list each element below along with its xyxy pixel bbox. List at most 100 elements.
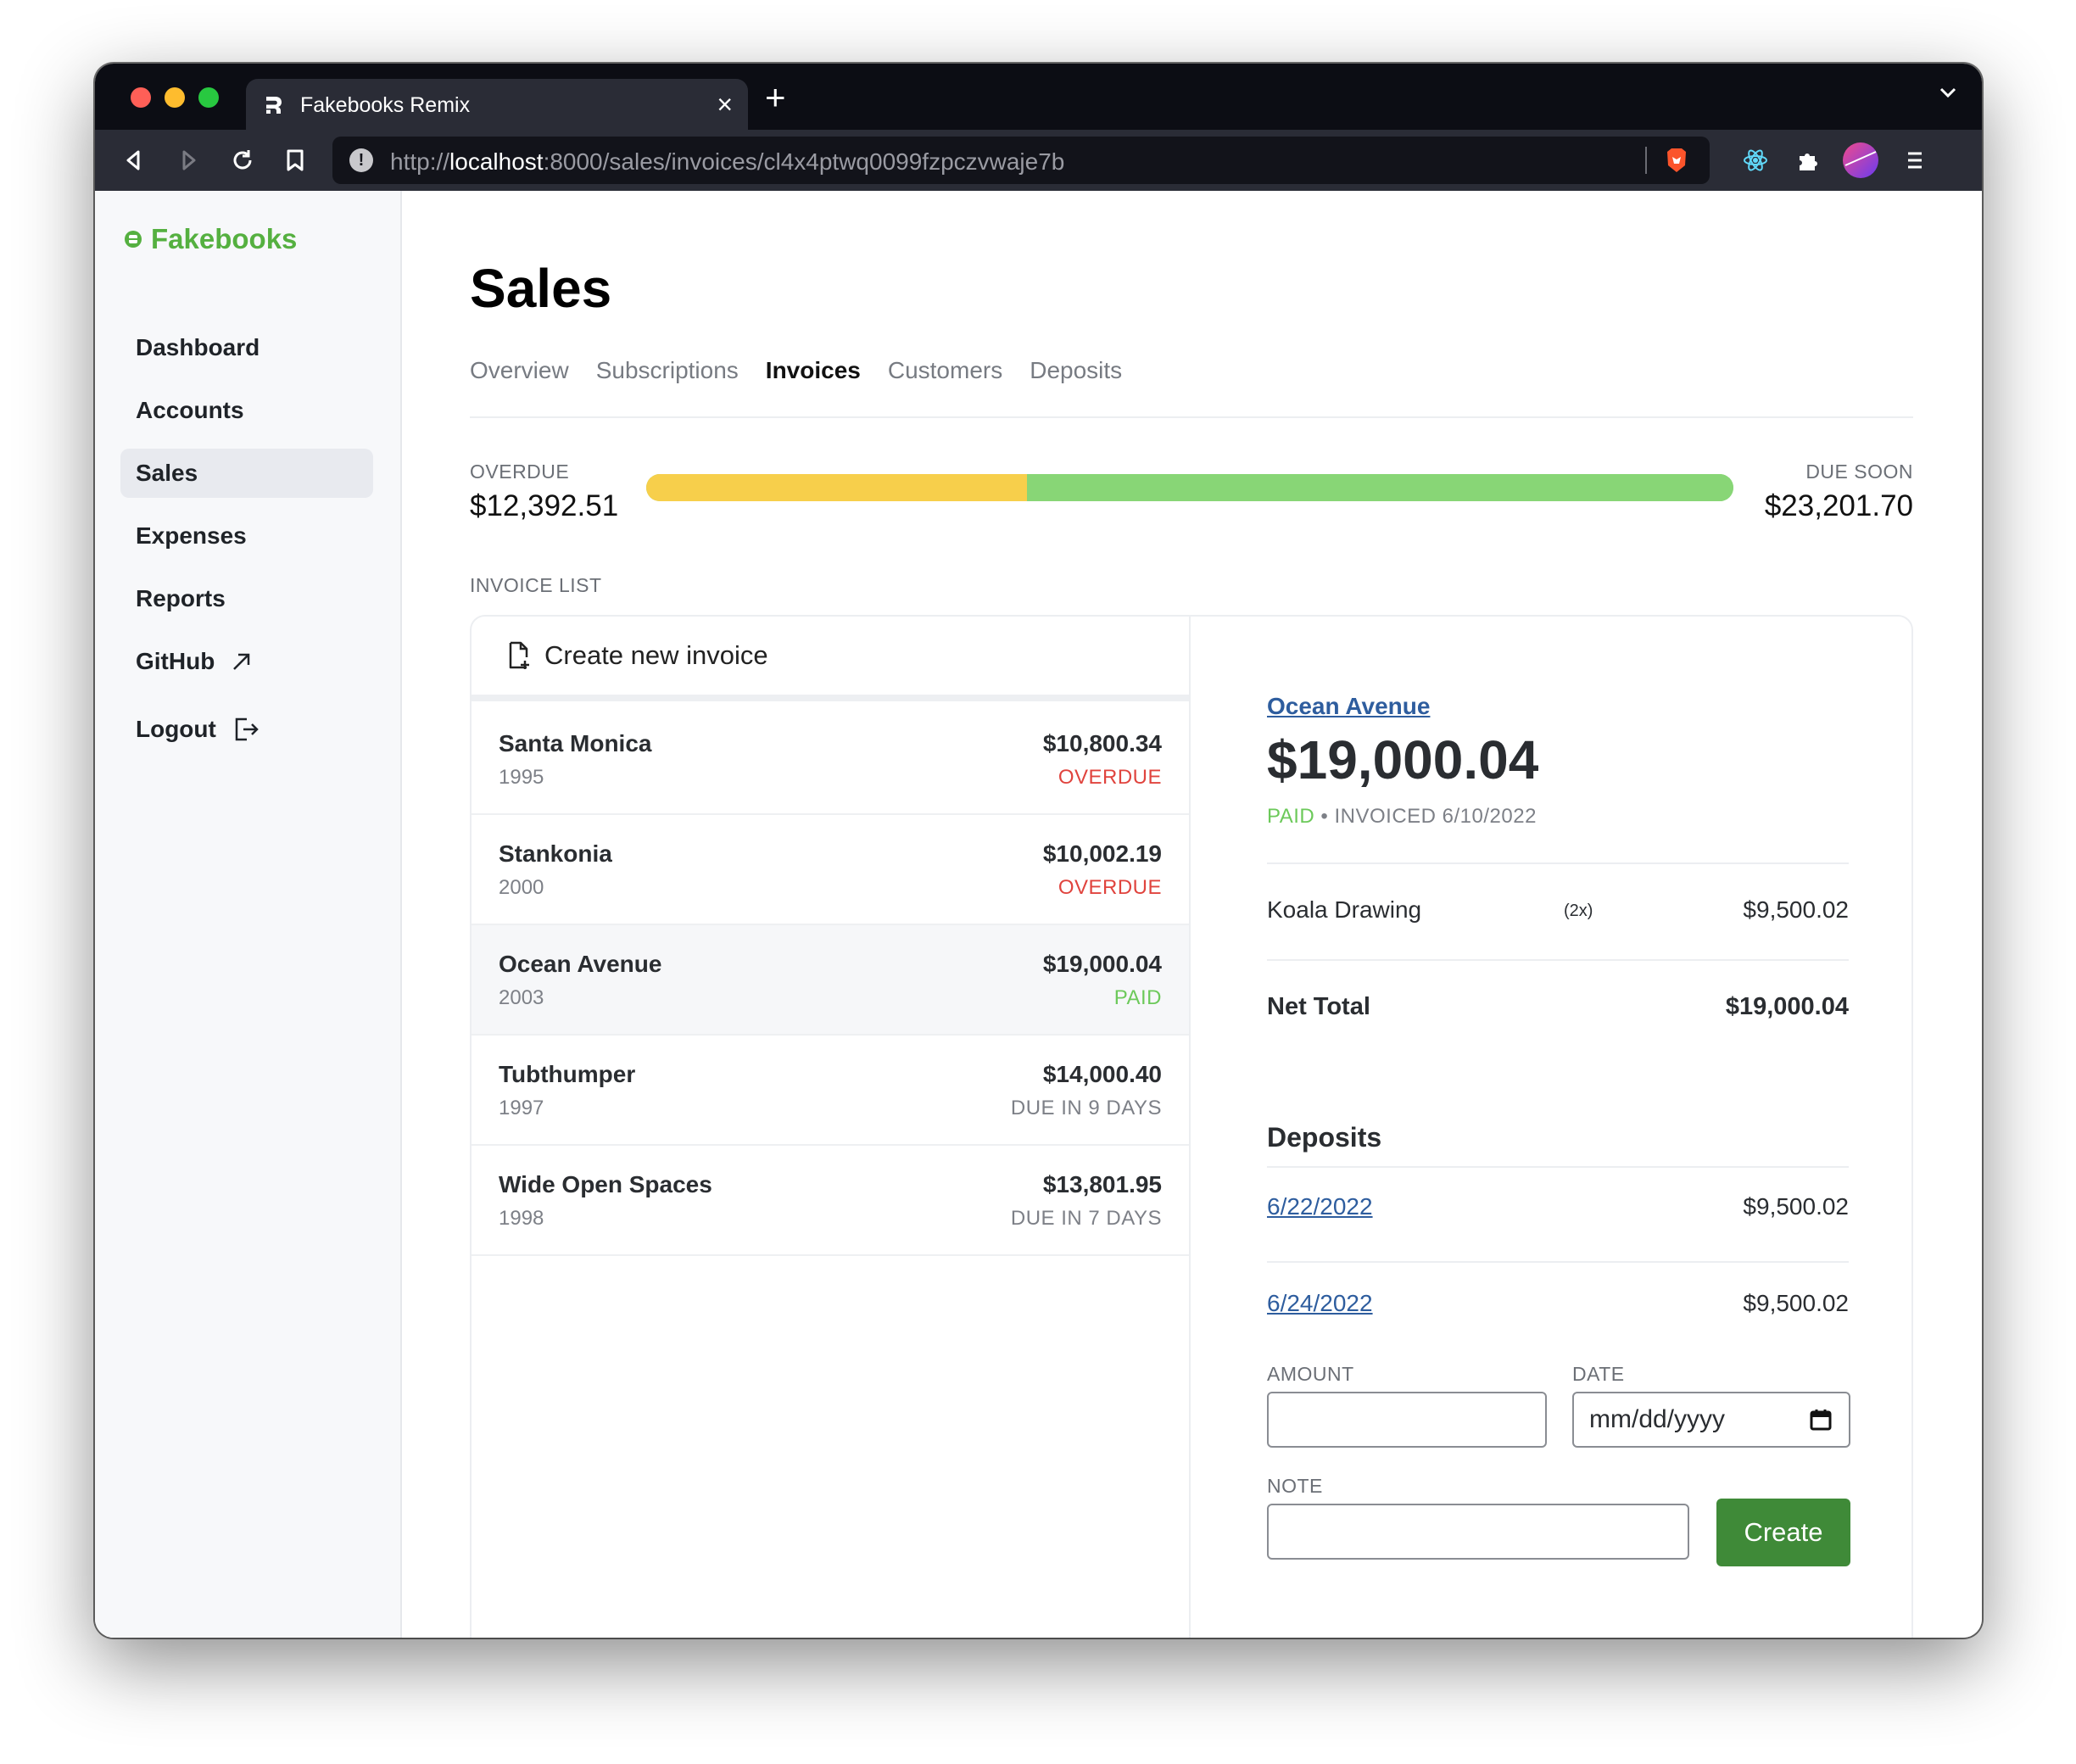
invoice-year: 1995 [499, 766, 544, 789]
invoice-name: Ocean Avenue [499, 951, 662, 977]
invoice-amount: $13,801.95 [1042, 1171, 1162, 1197]
tab-customers[interactable]: Customers [888, 357, 1002, 384]
invoice-amount: $10,002.19 [1042, 840, 1162, 867]
info-icon[interactable]: ! [349, 148, 373, 172]
overdue-progress-bar [646, 474, 1733, 501]
deposit-date-link[interactable]: 6/22/2022 [1267, 1193, 1373, 1220]
deposit-date-link[interactable]: 6/24/2022 [1267, 1290, 1373, 1317]
invoice-list: Create new invoice Santa Monica 1995 $10… [472, 617, 1191, 1638]
note-label: NOTE [1267, 1475, 1323, 1497]
invoice-detail: Ocean Avenue $19,000.04 PAID • INVOICED … [1267, 617, 1850, 1638]
calendar-icon[interactable] [1808, 1407, 1833, 1432]
invoice-status: OVERDUE [1058, 876, 1162, 899]
create-invoice-button[interactable]: Create new invoice [472, 617, 1189, 701]
page-content: Fakebooks Dashboard Accounts Sales Expen… [95, 191, 1982, 1638]
invoice-total: $19,000.04 [1267, 729, 1539, 790]
divider [1267, 862, 1849, 864]
sidebar-item-logout[interactable]: Logout [120, 705, 373, 754]
invoice-status: DUE IN 9 DAYS [1010, 1097, 1162, 1119]
tab-subscriptions[interactable]: Subscriptions [596, 357, 739, 384]
address-bar[interactable]: ! http://localhost:8000/sales/invoices/c… [332, 137, 1710, 184]
customer-link[interactable]: Ocean Avenue [1267, 693, 1430, 720]
invoice-row[interactable]: Wide Open Spaces 1998 $13,801.95 DUE IN … [472, 1146, 1189, 1256]
invoice-amount: $10,800.34 [1042, 730, 1162, 756]
minimize-window-button[interactable] [165, 87, 185, 108]
invoice-amount: $19,000.04 [1042, 951, 1162, 977]
tab-close-icon[interactable]: × [717, 89, 733, 120]
invoice-year: 2000 [499, 876, 544, 899]
url-text[interactable]: http://localhost:8000/sales/invoices/cl4… [390, 148, 1064, 176]
invoice-row[interactable]: Santa Monica 1995 $10,800.34 OVERDUE [472, 705, 1189, 815]
divider [1267, 1166, 1849, 1168]
forward-icon[interactable] [173, 145, 204, 176]
invoice-year: 2003 [499, 986, 544, 1009]
bookmark-icon[interactable] [280, 145, 310, 176]
sidebar-item-accounts[interactable]: Accounts [120, 386, 373, 435]
overdue-label: OVERDUE [470, 461, 570, 483]
new-file-icon [509, 641, 529, 669]
amount-label: AMOUNT [1267, 1363, 1354, 1385]
tab-invoices[interactable]: Invoices [766, 357, 861, 384]
react-devtools-icon[interactable] [1740, 145, 1771, 176]
invoice-year: 1998 [499, 1207, 544, 1230]
invoice-year: 1997 [499, 1097, 544, 1119]
deposit-amount: $9,500.02 [1743, 1290, 1849, 1316]
date-placeholder: mm/dd/yyyy [1589, 1405, 1726, 1433]
profile-avatar-icon[interactable] [1842, 142, 1879, 179]
overdue-amount: $12,392.51 [470, 489, 619, 522]
create-deposit-button[interactable]: Create [1716, 1499, 1850, 1566]
line-item-name: Koala Drawing [1267, 896, 1422, 923]
reload-icon[interactable] [227, 145, 258, 176]
net-total-amount: $19,000.04 [1725, 993, 1849, 1020]
remix-favicon-icon [261, 92, 287, 118]
overdue-segment [646, 474, 1027, 501]
line-item-qty: (2x) [1564, 902, 1593, 920]
logout-icon [235, 717, 259, 741]
logo-text: Fakebooks [151, 223, 298, 254]
invoice-row-selected[interactable]: Ocean Avenue 2003 $19,000.04 PAID [472, 925, 1189, 1036]
invoice-row[interactable]: Tubthumper 1997 $14,000.40 DUE IN 9 DAYS [472, 1036, 1189, 1146]
invoice-panel: Create new invoice Santa Monica 1995 $10… [470, 615, 1913, 1638]
brave-shield-icon[interactable] [1664, 147, 1689, 174]
invoice-name: Stankonia [499, 840, 612, 867]
tab-title: Fakebooks Remix [300, 93, 471, 117]
sidebar-item-dashboard[interactable]: Dashboard [120, 323, 373, 372]
external-link-icon [233, 653, 250, 670]
main-area: Sales Overview Subscriptions Invoices Cu… [470, 191, 1913, 1638]
invoice-status: DUE IN 7 DAYS [1010, 1207, 1162, 1230]
page-title: Sales [470, 258, 612, 319]
invoice-name: Wide Open Spaces [499, 1171, 712, 1197]
invoice-status-line: PAID • INVOICED 6/10/2022 [1267, 805, 1537, 828]
browser-window: Fakebooks Remix × + ! http://localhost:8… [95, 64, 1982, 1638]
sidebar: Fakebooks Dashboard Accounts Sales Expen… [95, 191, 402, 1638]
invoice-list-label: INVOICE LIST [470, 574, 602, 596]
due-soon-label: DUE SOON [1805, 461, 1913, 483]
note-input[interactable] [1267, 1504, 1689, 1560]
new-tab-icon[interactable]: + [765, 77, 786, 118]
tab-deposits[interactable]: Deposits [1030, 357, 1122, 384]
invoice-row[interactable]: Stankonia 2000 $10,002.19 OVERDUE [472, 815, 1189, 925]
invoice-status: OVERDUE [1058, 766, 1162, 789]
browser-toolbar: ! http://localhost:8000/sales/invoices/c… [95, 130, 1982, 191]
back-icon[interactable] [119, 145, 149, 176]
chevron-down-icon[interactable] [1938, 82, 1958, 107]
close-window-button[interactable] [131, 87, 151, 108]
amount-input[interactable] [1267, 1392, 1547, 1448]
browser-tab[interactable]: Fakebooks Remix × [246, 79, 748, 131]
logo-icon [125, 231, 142, 248]
sidebar-item-reports[interactable]: Reports [120, 574, 373, 623]
invoice-name: Tubthumper [499, 1061, 636, 1087]
extensions-icon[interactable] [1793, 145, 1823, 176]
line-item-amount: $9,500.02 [1743, 896, 1849, 923]
date-input[interactable]: mm/dd/yyyy [1572, 1392, 1850, 1448]
sidebar-item-github[interactable]: GitHub [120, 637, 373, 686]
maximize-window-button[interactable] [198, 87, 219, 108]
divider [1267, 959, 1849, 961]
tab-overview[interactable]: Overview [470, 357, 569, 384]
net-total-label: Net Total [1267, 993, 1370, 1020]
sidebar-item-expenses[interactable]: Expenses [120, 511, 373, 561]
app-logo[interactable]: Fakebooks [124, 223, 297, 255]
menu-icon[interactable] [1900, 145, 1930, 176]
sidebar-item-sales[interactable]: Sales [120, 449, 373, 498]
deposit-amount: $9,500.02 [1743, 1193, 1849, 1220]
